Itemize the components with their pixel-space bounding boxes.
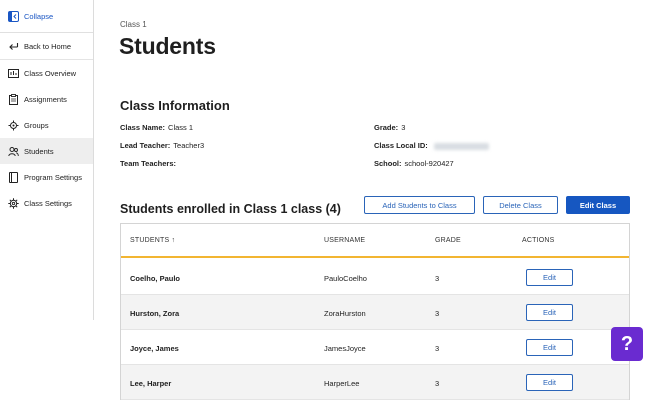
- sidebar-item-label: Groups: [24, 120, 49, 130]
- column-header-username: USERNAME: [324, 237, 366, 244]
- lead-teacher-value: Teacher3: [173, 141, 205, 150]
- school-label: School:: [374, 159, 402, 168]
- collapse-label: Collapse: [24, 11, 54, 21]
- help-button[interactable]: ?: [611, 327, 643, 361]
- student-username: ZoraHurston: [324, 309, 366, 318]
- team-teachers-label: Team Teachers:: [120, 159, 176, 168]
- lead-teacher-field: Lead Teacher: Teacher3: [120, 141, 204, 150]
- arrow-left-icon: [9, 42, 19, 50]
- team-teachers-field: Team Teachers:: [120, 159, 176, 168]
- groups-icon: [8, 120, 19, 130]
- add-students-button[interactable]: Add Students to Class: [364, 196, 475, 214]
- help-icon: ?: [620, 332, 634, 355]
- sidebar-item-label: Class Settings: [24, 198, 72, 208]
- breadcrumb: Class 1: [120, 20, 147, 29]
- sidebar-item-class-settings[interactable]: Class Settings: [0, 190, 93, 216]
- student-name: Coelho, Paulo: [130, 274, 181, 283]
- edit-student-button[interactable]: Edit: [526, 269, 573, 286]
- grade-label: Grade:: [374, 123, 399, 132]
- table-row: Joyce, James JamesJoyce 3 Edit: [121, 330, 629, 365]
- table-row: Lee, Harper HarperLee 3 Edit: [121, 365, 629, 400]
- clipboard-icon: [9, 93, 18, 105]
- sidebar-item-label: Class Overview: [24, 68, 77, 78]
- edit-student-button[interactable]: Edit: [526, 374, 573, 391]
- student-name: Hurston, Zora: [130, 309, 180, 318]
- column-header-actions: ACTIONS: [522, 237, 555, 244]
- edit-student-button[interactable]: Edit: [526, 339, 573, 356]
- student-username: HarperLee: [324, 379, 360, 388]
- student-name: Lee, Harper: [130, 379, 172, 388]
- class-local-id-label: Class Local ID:: [374, 141, 428, 150]
- student-grade: 3: [435, 309, 440, 318]
- class-overview-icon: [8, 68, 19, 78]
- class-information-title: Class Information: [120, 98, 230, 113]
- class-name-value: Class 1: [168, 123, 194, 132]
- collapse-button[interactable]: Collapse: [0, 0, 93, 33]
- lead-teacher-label: Lead Teacher:: [120, 141, 171, 150]
- grade-value: 3: [401, 123, 406, 132]
- class-local-id-field: Class Local ID:: [374, 141, 489, 150]
- sidebar-item-back-to-home[interactable]: Back to Home: [0, 33, 93, 59]
- student-grade: 3: [435, 344, 440, 353]
- student-username: PauloCoelho: [324, 274, 367, 283]
- students-table: STUDENTS ↑ USERNAME GRADE ACTIONS Coelho…: [120, 223, 630, 400]
- class-name-label: Class Name:: [120, 123, 166, 132]
- collapse-icon: [8, 10, 19, 22]
- gear-icon: [8, 197, 19, 209]
- sidebar-item-label: Program Settings: [24, 172, 82, 182]
- grade-field: Grade: 3: [374, 123, 405, 132]
- book-icon: [9, 171, 18, 183]
- sidebar: Collapse Back to Home Class Overview Ass…: [0, 0, 94, 320]
- student-name: Joyce, James: [130, 344, 179, 353]
- sidebar-item-assignments[interactable]: Assignments: [0, 86, 93, 112]
- page-title: Students: [119, 33, 216, 59]
- sidebar-item-students[interactable]: Students: [0, 138, 93, 164]
- table-row: Coelho, Paulo PauloCoelho 3 Edit: [121, 260, 629, 295]
- enrolled-students-title: Students enrolled in Class 1 class (4): [120, 202, 341, 216]
- student-grade: 3: [435, 379, 440, 388]
- table-header: STUDENTS ↑ USERNAME GRADE ACTIONS: [121, 224, 629, 258]
- sidebar-item-class-overview[interactable]: Class Overview: [0, 60, 93, 86]
- student-grade: 3: [435, 274, 440, 283]
- sidebar-item-label: Assignments: [24, 94, 67, 104]
- sidebar-item-label: Students: [24, 146, 54, 156]
- column-header-students[interactable]: STUDENTS ↑: [130, 237, 175, 244]
- column-header-grade: GRADE: [435, 237, 461, 244]
- edit-student-button[interactable]: Edit: [526, 304, 573, 321]
- delete-class-button[interactable]: Delete Class: [483, 196, 558, 214]
- sidebar-item-groups[interactable]: Groups: [0, 112, 93, 138]
- class-local-id-redacted: [433, 142, 489, 150]
- school-field: School: school-920427: [374, 159, 454, 168]
- sidebar-item-program-settings[interactable]: Program Settings: [0, 164, 93, 190]
- students-icon: [8, 146, 19, 156]
- class-name-field: Class Name: Class 1: [120, 123, 193, 132]
- table-row: Hurston, Zora ZoraHurston 3 Edit: [121, 295, 629, 330]
- edit-class-button[interactable]: Edit Class: [566, 196, 630, 214]
- student-username: JamesJoyce: [324, 344, 366, 353]
- school-value: school-920427: [404, 159, 454, 168]
- sidebar-item-label: Back to Home: [24, 41, 72, 51]
